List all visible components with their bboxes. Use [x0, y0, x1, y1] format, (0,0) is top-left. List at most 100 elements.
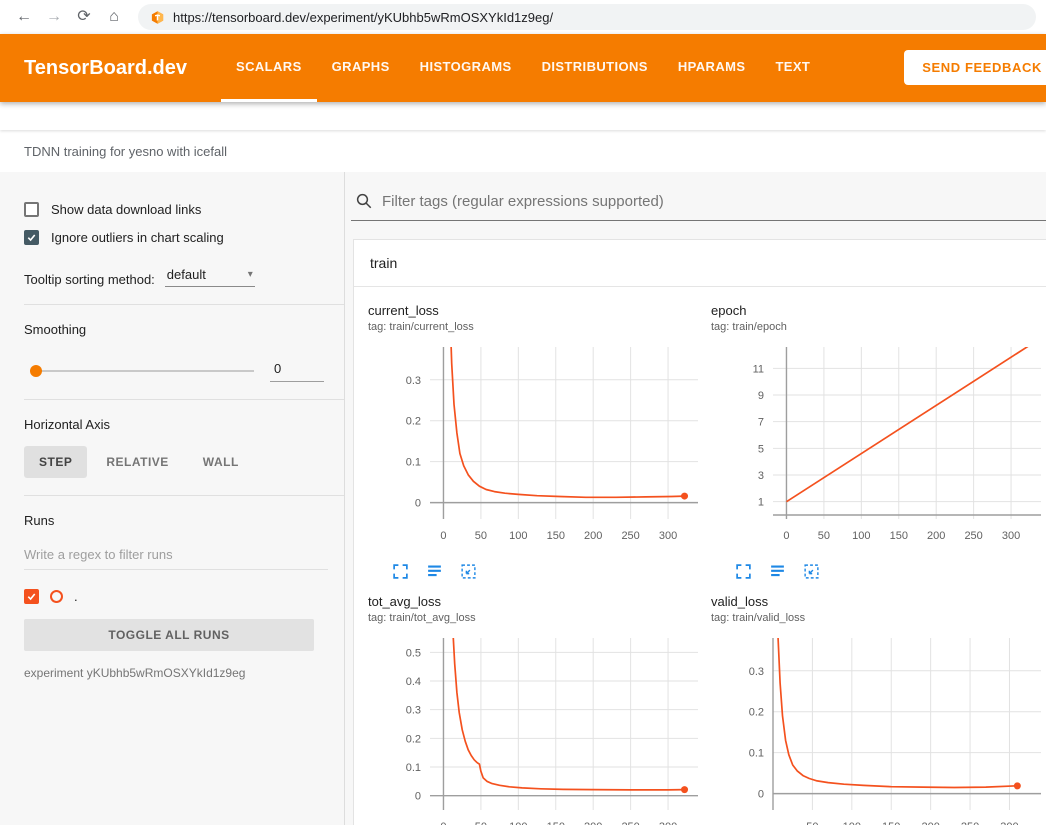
search-icon: [355, 192, 373, 210]
app-header: TensorBoard.dev SCALARS GRAPHS HISTOGRAM…: [0, 34, 1046, 102]
svg-text:0.1: 0.1: [406, 457, 421, 469]
svg-text:150: 150: [890, 530, 908, 542]
chart-card-epoch: epoch tag: train/epoch 13579110501001502…: [711, 303, 1046, 580]
chart-tag: tag: train/valid_loss: [711, 612, 1046, 624]
chart-title: epoch: [711, 303, 1046, 318]
svg-text:200: 200: [921, 821, 939, 825]
chart-tag: tag: train/tot_avg_loss: [368, 612, 711, 624]
chart-card-current-loss: current_loss tag: train/current_loss 00.…: [368, 303, 711, 580]
svg-text:0: 0: [415, 498, 421, 510]
chart-title: valid_loss: [711, 594, 1046, 609]
svg-text:200: 200: [584, 821, 602, 825]
back-button[interactable]: ←: [10, 3, 38, 31]
tab-distributions[interactable]: DISTRIBUTIONS: [527, 34, 663, 102]
show-download-checkbox[interactable]: [24, 202, 39, 217]
svg-text:100: 100: [852, 530, 870, 542]
charts-grid: current_loss tag: train/current_loss 00.…: [354, 287, 1046, 825]
run-color-swatch-icon[interactable]: [50, 590, 63, 603]
reload-button[interactable]: ⟳: [70, 3, 98, 31]
line-chart-epoch[interactable]: 1357911050100150200250300: [711, 339, 1046, 558]
svg-text:1: 1: [758, 497, 764, 509]
horizontal-axis-label: Horizontal Axis: [24, 417, 328, 432]
svg-text:200: 200: [584, 530, 602, 542]
tooltip-sorting-dropdown[interactable]: default ▾: [165, 265, 255, 287]
ignore-outliers-row: Ignore outliers in chart scaling: [24, 230, 328, 245]
chevron-down-icon: ▾: [248, 269, 253, 280]
runs-filter-input[interactable]: Write a regex to filter runs: [24, 543, 328, 570]
svg-text:300: 300: [1000, 821, 1018, 825]
ignore-outliers-label: Ignore outliers in chart scaling: [51, 230, 224, 245]
axis-wall-button[interactable]: WALL: [188, 446, 254, 478]
line-chart-valid-loss[interactable]: 00.10.20.350100150200250300: [711, 630, 1046, 825]
axis-step-button[interactable]: STEP: [24, 446, 87, 478]
tab-scalars[interactable]: SCALARS: [221, 34, 317, 102]
main-panel: Filter tags (regular expressions support…: [345, 172, 1046, 825]
content-area: Show data download links Ignore outliers…: [0, 172, 1046, 825]
tab-hparams[interactable]: HPARAMS: [663, 34, 761, 102]
chart-tag: tag: train/epoch: [711, 321, 1046, 333]
experiment-title: TDNN training for yesno with icefall: [24, 144, 227, 159]
smoothing-value-field[interactable]: 0: [270, 359, 324, 382]
tag-filter-row[interactable]: Filter tags (regular expressions support…: [351, 188, 1046, 221]
axis-relative-button[interactable]: RELATIVE: [91, 446, 183, 478]
svg-text:300: 300: [659, 821, 677, 825]
view-data-icon[interactable]: [769, 563, 786, 580]
fit-domain-icon[interactable]: [803, 563, 820, 580]
svg-text:0: 0: [440, 530, 446, 542]
send-feedback-button[interactable]: SEND FEEDBACK: [904, 50, 1046, 85]
smoothing-slider-thumb[interactable]: [30, 365, 42, 377]
tab-histograms[interactable]: HISTOGRAMS: [405, 34, 527, 102]
run-name: .: [74, 589, 78, 604]
tooltip-sorting-label: Tooltip sorting method:: [24, 272, 155, 287]
svg-text:0.3: 0.3: [406, 375, 421, 387]
svg-text:0: 0: [415, 791, 421, 803]
expand-chart-icon[interactable]: [735, 563, 752, 580]
smoothing-slider-row: 0: [32, 359, 324, 382]
run-checkbox[interactable]: [24, 589, 39, 604]
settings-sidebar: Show data download links Ignore outliers…: [0, 172, 345, 825]
expand-chart-icon[interactable]: [392, 563, 409, 580]
svg-text:50: 50: [475, 821, 487, 825]
home-button[interactable]: ⌂: [100, 3, 128, 31]
svg-text:0.1: 0.1: [749, 748, 764, 760]
train-section-header[interactable]: train: [354, 240, 1046, 287]
smoothing-slider[interactable]: [32, 370, 254, 372]
chart-toolbar: [368, 563, 711, 580]
chart-tag: tag: train/current_loss: [368, 321, 711, 333]
svg-text:0: 0: [783, 530, 789, 542]
svg-text:250: 250: [961, 821, 979, 825]
svg-text:100: 100: [509, 821, 527, 825]
show-download-label: Show data download links: [51, 202, 201, 217]
line-chart-current-loss[interactable]: 00.10.20.3050100150200250300: [368, 339, 711, 558]
svg-text:250: 250: [964, 530, 982, 542]
svg-text:0.4: 0.4: [406, 676, 421, 688]
svg-text:9: 9: [758, 390, 764, 402]
chart-toolbar: [711, 563, 1046, 580]
runs-label: Runs: [24, 513, 328, 528]
tooltip-sorting-row: Tooltip sorting method: default ▾: [24, 265, 328, 287]
experiment-title-bar: TDNN training for yesno with icefall: [0, 130, 1046, 172]
sidebar-divider: [24, 399, 344, 400]
ignore-outliers-checkbox[interactable]: [24, 230, 39, 245]
toggle-all-runs-button[interactable]: TOGGLE ALL RUNS: [24, 619, 314, 651]
chart-card-tot-avg-loss: tot_avg_loss tag: train/tot_avg_loss 00.…: [368, 594, 711, 825]
svg-text:0: 0: [758, 789, 764, 801]
horizontal-axis-buttons: STEP RELATIVE WALL: [24, 446, 328, 478]
smoothing-label: Smoothing: [24, 322, 328, 337]
svg-text:0.2: 0.2: [406, 416, 421, 428]
svg-text:300: 300: [659, 530, 677, 542]
address-bar[interactable]: https://tensorboard.dev/experiment/yKUbh…: [138, 4, 1036, 30]
tab-graphs[interactable]: GRAPHS: [317, 34, 405, 102]
svg-text:250: 250: [621, 530, 639, 542]
svg-text:50: 50: [475, 530, 487, 542]
svg-text:300: 300: [1002, 530, 1020, 542]
tab-text[interactable]: TEXT: [760, 34, 825, 102]
tooltip-sorting-value: default: [167, 267, 206, 282]
line-chart-tot-avg-loss[interactable]: 00.10.20.30.40.5050100150200250300: [368, 630, 711, 825]
view-data-icon[interactable]: [426, 563, 443, 580]
forward-button[interactable]: →: [40, 3, 68, 31]
browser-chrome: ← → ⟳ ⌂ https://tensorboard.dev/experime…: [0, 0, 1046, 34]
svg-text:200: 200: [927, 530, 945, 542]
svg-text:0: 0: [440, 821, 446, 825]
fit-domain-icon[interactable]: [460, 563, 477, 580]
